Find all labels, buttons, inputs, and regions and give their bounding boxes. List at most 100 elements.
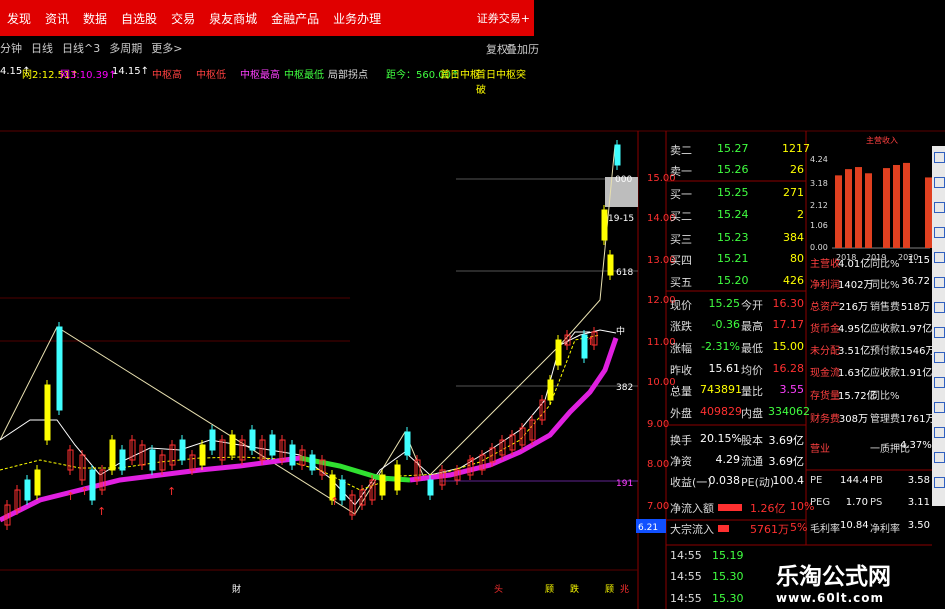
ref-label-19: 19-15 bbox=[608, 214, 634, 224]
flow-label-1: 大宗流入 bbox=[670, 523, 714, 536]
orderbook-price-4[interactable]: 15.23 bbox=[717, 231, 749, 244]
candle[interactable] bbox=[44, 384, 51, 441]
stat-label-a-1: 涨跌 bbox=[670, 320, 692, 333]
stat-value-a-1: -0.36 bbox=[711, 318, 740, 331]
side-tool-strip[interactable] bbox=[932, 146, 945, 506]
stat-label-a-4: 总量 bbox=[670, 385, 692, 398]
orderbook-price-1[interactable]: 15.26 bbox=[717, 163, 749, 176]
fund-label-b-3: 应收款 bbox=[870, 324, 900, 335]
candle[interactable] bbox=[269, 434, 276, 456]
val-value-a-1: 1.70 bbox=[845, 497, 868, 508]
fund-label-b-5: 应收款 bbox=[870, 368, 900, 379]
ma-magenta-line-2 bbox=[409, 337, 619, 483]
stat-value-a-0: 15.25 bbox=[708, 297, 741, 310]
orderbook-price-0[interactable]: 15.27 bbox=[717, 142, 749, 155]
candle[interactable] bbox=[601, 209, 608, 241]
side-tool-icon[interactable] bbox=[934, 402, 945, 413]
mini-y-tick: 3.18 bbox=[810, 179, 828, 188]
side-tool-icon[interactable] bbox=[934, 202, 945, 213]
bottom-marker-m1: 財 bbox=[232, 583, 241, 595]
orderbook-price-2[interactable]: 15.25 bbox=[717, 186, 749, 199]
candle[interactable] bbox=[24, 479, 31, 501]
watermark-title: 乐淘公式网 bbox=[776, 564, 891, 590]
orderbook-side-6: 买五 bbox=[670, 276, 692, 289]
side-tool-icon[interactable] bbox=[934, 252, 945, 263]
watermark-url: www.60lt.com bbox=[776, 591, 885, 605]
side-tool-icon[interactable] bbox=[934, 277, 945, 288]
side-tool-icon[interactable] bbox=[934, 152, 945, 163]
candle[interactable] bbox=[89, 469, 96, 501]
side-tool-icon[interactable] bbox=[934, 352, 945, 363]
fund-value-a-7: 308万 bbox=[838, 414, 868, 425]
side-tool-icon[interactable] bbox=[934, 227, 945, 238]
fund-value-b-5: 1.91亿 bbox=[900, 368, 933, 379]
candle[interactable] bbox=[199, 444, 206, 466]
fund-label-b-7: 管理费 bbox=[870, 414, 900, 425]
fund-value-a-6: 15.72亿 bbox=[838, 391, 877, 402]
orderbook-vol-1: 26 bbox=[790, 163, 804, 176]
candle[interactable] bbox=[555, 339, 562, 366]
candle[interactable] bbox=[607, 254, 614, 276]
mid-marker: 中 bbox=[616, 325, 625, 337]
fund-value-b-7: 1761万 bbox=[900, 414, 936, 425]
candle[interactable] bbox=[249, 429, 256, 451]
candle[interactable] bbox=[209, 429, 216, 451]
stat-value-b-2: 15.00 bbox=[772, 340, 805, 353]
fund-value-b-2: 518万 bbox=[900, 302, 930, 313]
fund-label-b-4: 预付款 bbox=[870, 346, 900, 357]
orderbook-vol-4: 384 bbox=[783, 231, 804, 244]
tick-time-0: 14:55 bbox=[670, 549, 702, 562]
candle[interactable] bbox=[56, 326, 63, 411]
candle[interactable] bbox=[34, 469, 41, 496]
side-tool-icon[interactable] bbox=[934, 302, 945, 313]
candle[interactable] bbox=[149, 449, 156, 471]
candle[interactable] bbox=[109, 439, 116, 471]
stat2-value-b-0: 3.69亿 bbox=[768, 434, 805, 447]
orderbook-side-1: 卖一 bbox=[670, 165, 692, 178]
stat-value-a-2: -2.31% bbox=[701, 340, 740, 353]
buy-arrow-icon: ↑ bbox=[330, 495, 339, 508]
box-label: 000 bbox=[615, 175, 632, 185]
mini-y-tick: 1.06 bbox=[810, 221, 828, 230]
price-axis-tick: 9.00 bbox=[647, 419, 669, 430]
orderbook-price-5[interactable]: 15.21 bbox=[717, 252, 749, 265]
side-tool-icon[interactable] bbox=[934, 477, 945, 488]
candle[interactable] bbox=[547, 379, 554, 401]
candle[interactable] bbox=[119, 449, 126, 471]
candle[interactable] bbox=[614, 144, 621, 166]
side-tool-icon[interactable] bbox=[934, 327, 945, 338]
flow-value-1: 5761万 bbox=[750, 523, 789, 536]
candle[interactable] bbox=[179, 439, 186, 461]
fund-value-b-8: 4.37% bbox=[900, 440, 932, 451]
fund-label-b-0: 同比% bbox=[870, 259, 900, 270]
stat-value-b-4: 3.55 bbox=[779, 383, 805, 396]
stat2-label-a-0: 换手 bbox=[670, 434, 692, 447]
candle[interactable] bbox=[427, 479, 434, 496]
candle[interactable] bbox=[339, 479, 346, 501]
orderbook-price-3[interactable]: 15.24 bbox=[717, 208, 749, 221]
mini-bar bbox=[925, 177, 932, 248]
candle[interactable] bbox=[379, 474, 386, 496]
tick-price-2: 15.30 bbox=[712, 592, 744, 605]
orderbook-price-6[interactable]: 15.20 bbox=[717, 274, 749, 287]
mini-y-tick: 0.00 bbox=[810, 243, 828, 252]
stat-label-b-5: 内盘 bbox=[741, 407, 763, 420]
candle[interactable] bbox=[229, 434, 236, 456]
side-tool-icon[interactable] bbox=[934, 452, 945, 463]
buy-arrow-icon: ↑ bbox=[468, 455, 477, 468]
fund-value-a-1: 1402万 bbox=[838, 280, 874, 291]
stat-label-b-4: 量比 bbox=[741, 385, 763, 398]
candle[interactable] bbox=[404, 431, 411, 456]
time-cursor-label: 6.21 bbox=[638, 523, 658, 533]
fund-label-a-5: 现金流 bbox=[810, 368, 840, 379]
side-tool-icon[interactable] bbox=[934, 427, 945, 438]
buy-arrow-icon: ↑ bbox=[586, 335, 595, 348]
side-tool-icon[interactable] bbox=[934, 177, 945, 188]
candle[interactable] bbox=[309, 454, 316, 471]
candle[interactable] bbox=[289, 444, 296, 466]
val-label-b-1: PS bbox=[870, 497, 883, 508]
candle[interactable] bbox=[394, 464, 401, 491]
side-tool-icon[interactable] bbox=[934, 377, 945, 388]
fund-label-a-2: 总资产 bbox=[810, 302, 840, 313]
mini-chart-title: 主营收入 bbox=[866, 135, 898, 145]
